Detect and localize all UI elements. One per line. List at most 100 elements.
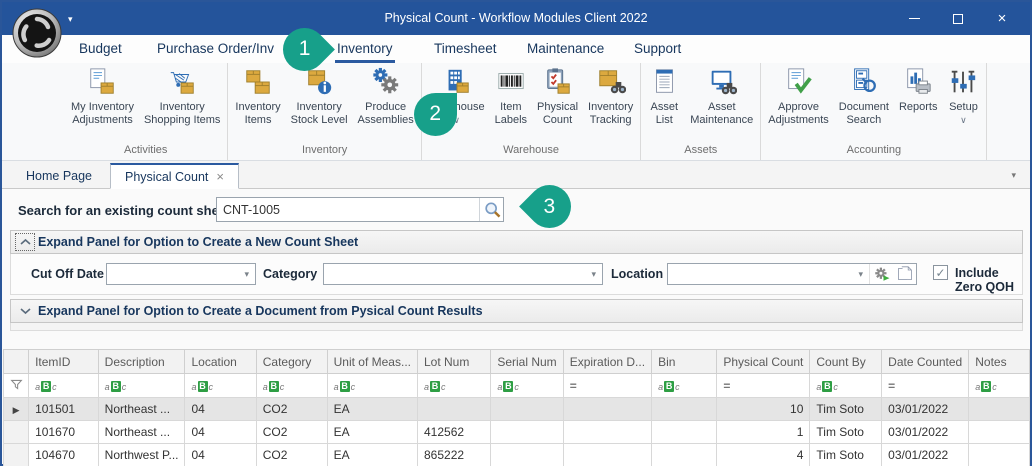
- cut-off-date-combo[interactable]: ▾: [106, 263, 256, 285]
- menu-item-inventory[interactable]: Inventory: [335, 39, 395, 63]
- cell-category[interactable]: CO2: [256, 421, 327, 444]
- filter-cell-unit-of-meas-[interactable]: aBc: [327, 374, 417, 398]
- cell-notes[interactable]: [969, 444, 1030, 466]
- menu-item-maintenance[interactable]: Maintenance: [525, 39, 606, 60]
- cell-location[interactable]: 04: [185, 444, 256, 466]
- menu-item-purchase-order-inv[interactable]: Purchase Order/Inv: [155, 39, 276, 60]
- cell-itemid[interactable]: 101501: [29, 398, 99, 421]
- cell-description[interactable]: Northeast ...: [98, 398, 185, 421]
- minimize-button[interactable]: [892, 2, 936, 35]
- location-combo[interactable]: ▾: [667, 263, 917, 285]
- asset-list-button[interactable]: AssetList: [643, 63, 685, 127]
- column-header-category[interactable]: Category: [256, 350, 327, 374]
- new-count-sheet-panel-header[interactable]: Expand Panel for Option to Create a New …: [10, 230, 1023, 254]
- filter-cell-date-counted[interactable]: =: [882, 374, 969, 398]
- cell-unit-of-meas-[interactable]: EA: [327, 421, 417, 444]
- close-button[interactable]: ×: [980, 2, 1024, 35]
- cell-count-by[interactable]: Tim Soto: [810, 421, 882, 444]
- my-inventory-adjustments-button[interactable]: My InventoryAdjustments: [66, 63, 139, 127]
- cell-date-counted[interactable]: 03/01/2022: [882, 444, 969, 466]
- cell-unit-of-meas-[interactable]: EA: [327, 398, 417, 421]
- setup-button[interactable]: Setup∨: [942, 63, 984, 126]
- app-menu-caret-icon[interactable]: ▾: [68, 14, 73, 25]
- cell-expiration-d-[interactable]: [563, 398, 651, 421]
- menu-item-budget[interactable]: Budget: [77, 39, 124, 60]
- create-document-panel-header[interactable]: Expand Panel for Option to Create a Docu…: [10, 299, 1023, 323]
- filter-cell-serial-num[interactable]: aBc: [491, 374, 563, 398]
- inventory-tracking-button[interactable]: InventoryTracking: [583, 63, 638, 127]
- cell-serial-num[interactable]: [491, 444, 563, 466]
- column-header-description[interactable]: Description: [98, 350, 185, 374]
- filter-cell-count-by[interactable]: aBc: [810, 374, 882, 398]
- inventory-items-button[interactable]: InventoryItems: [230, 63, 285, 127]
- filter-cell-lot-num[interactable]: aBc: [418, 374, 491, 398]
- filter-cell-notes[interactable]: aBc: [969, 374, 1030, 398]
- cell-description[interactable]: Northeast ...: [98, 421, 185, 444]
- cell-serial-num[interactable]: [491, 398, 563, 421]
- count-sheet-search-input[interactable]: [217, 203, 479, 217]
- menu-item-timesheet[interactable]: Timesheet: [432, 39, 499, 60]
- cell-physical-count[interactable]: 1: [717, 421, 810, 444]
- asset-maintenance-button[interactable]: AssetMaintenance: [685, 63, 758, 127]
- inventory-stock-level-button[interactable]: InventoryStock Level: [286, 63, 353, 127]
- cell-notes[interactable]: [969, 398, 1030, 421]
- expand-panel-button[interactable]: [16, 303, 34, 319]
- column-header-physical-count[interactable]: Physical Count: [717, 350, 810, 374]
- column-header-serial-num[interactable]: Serial Num: [491, 350, 563, 374]
- location-copy-button[interactable]: [893, 264, 916, 284]
- reports-button[interactable]: Reports: [894, 63, 943, 114]
- search-button[interactable]: [479, 198, 503, 221]
- collapse-panel-button[interactable]: [16, 234, 34, 250]
- filter-cell-physical-count[interactable]: =: [717, 374, 810, 398]
- cell-expiration-d-[interactable]: [563, 444, 651, 466]
- filter-cell-itemid[interactable]: aBc: [29, 374, 99, 398]
- filter-cell-description[interactable]: aBc: [98, 374, 185, 398]
- cell-itemid[interactable]: 104670: [29, 444, 99, 466]
- tab-home-page[interactable]: Home Page: [12, 163, 106, 189]
- cell-lot-num[interactable]: 865222: [418, 444, 491, 466]
- filter-cell-bin[interactable]: aBc: [652, 374, 717, 398]
- inventory-shopping-items-button[interactable]: InventoryShopping Items: [139, 63, 225, 127]
- cell-bin[interactable]: [652, 398, 717, 421]
- column-header-date-counted[interactable]: Date Counted: [882, 350, 969, 374]
- cell-location[interactable]: 04: [185, 421, 256, 444]
- table-row[interactable]: ▶101501Northeast ...04CO2EA10Tim Soto03/…: [4, 398, 1030, 421]
- column-header-itemid[interactable]: ItemID: [29, 350, 99, 374]
- tab-close-icon[interactable]: ×: [216, 169, 224, 184]
- filter-cell-category[interactable]: aBc: [256, 374, 327, 398]
- column-header-notes[interactable]: Notes: [969, 350, 1030, 374]
- cell-unit-of-meas-[interactable]: EA: [327, 444, 417, 466]
- column-header-expiration-d-[interactable]: Expiration D...: [563, 350, 651, 374]
- cell-category[interactable]: CO2: [256, 444, 327, 466]
- cell-lot-num[interactable]: [418, 398, 491, 421]
- cell-count-by[interactable]: Tim Soto: [810, 444, 882, 466]
- cell-date-counted[interactable]: 03/01/2022: [882, 421, 969, 444]
- cell-date-counted[interactable]: 03/01/2022: [882, 398, 969, 421]
- cell-bin[interactable]: [652, 421, 717, 444]
- physical-count-button[interactable]: PhysicalCount: [532, 63, 583, 127]
- tab-overflow-caret-icon[interactable]: ▾: [1011, 170, 1016, 181]
- location-settings-button[interactable]: [870, 264, 893, 284]
- cell-serial-num[interactable]: [491, 421, 563, 444]
- cell-bin[interactable]: [652, 444, 717, 466]
- column-header-lot-num[interactable]: Lot Num: [418, 350, 491, 374]
- document-search-button[interactable]: DocumentSearch: [834, 63, 894, 127]
- cell-lot-num[interactable]: 412562: [418, 421, 491, 444]
- maximize-button[interactable]: [936, 2, 980, 35]
- cell-expiration-d-[interactable]: [563, 421, 651, 444]
- app-logo-button[interactable]: [12, 8, 62, 58]
- table-row[interactable]: 104670Northwest P...04CO2EA8652224Tim So…: [4, 444, 1030, 466]
- include-zero-qoh-checkbox[interactable]: ✓: [933, 265, 948, 280]
- cell-physical-count[interactable]: 10: [717, 398, 810, 421]
- cell-description[interactable]: Northwest P...: [98, 444, 185, 466]
- category-combo[interactable]: ▾: [323, 263, 603, 285]
- cell-count-by[interactable]: Tim Soto: [810, 398, 882, 421]
- filter-cell-expiration-d-[interactable]: =: [563, 374, 651, 398]
- column-header-location[interactable]: Location: [185, 350, 256, 374]
- item-labels-button[interactable]: ItemLabels: [490, 63, 532, 127]
- cell-category[interactable]: CO2: [256, 398, 327, 421]
- column-header-bin[interactable]: Bin: [652, 350, 717, 374]
- filter-cell-location[interactable]: aBc: [185, 374, 256, 398]
- table-row[interactable]: 101670Northeast ...04CO2EA4125621Tim Sot…: [4, 421, 1030, 444]
- menu-item-support[interactable]: Support: [632, 39, 683, 60]
